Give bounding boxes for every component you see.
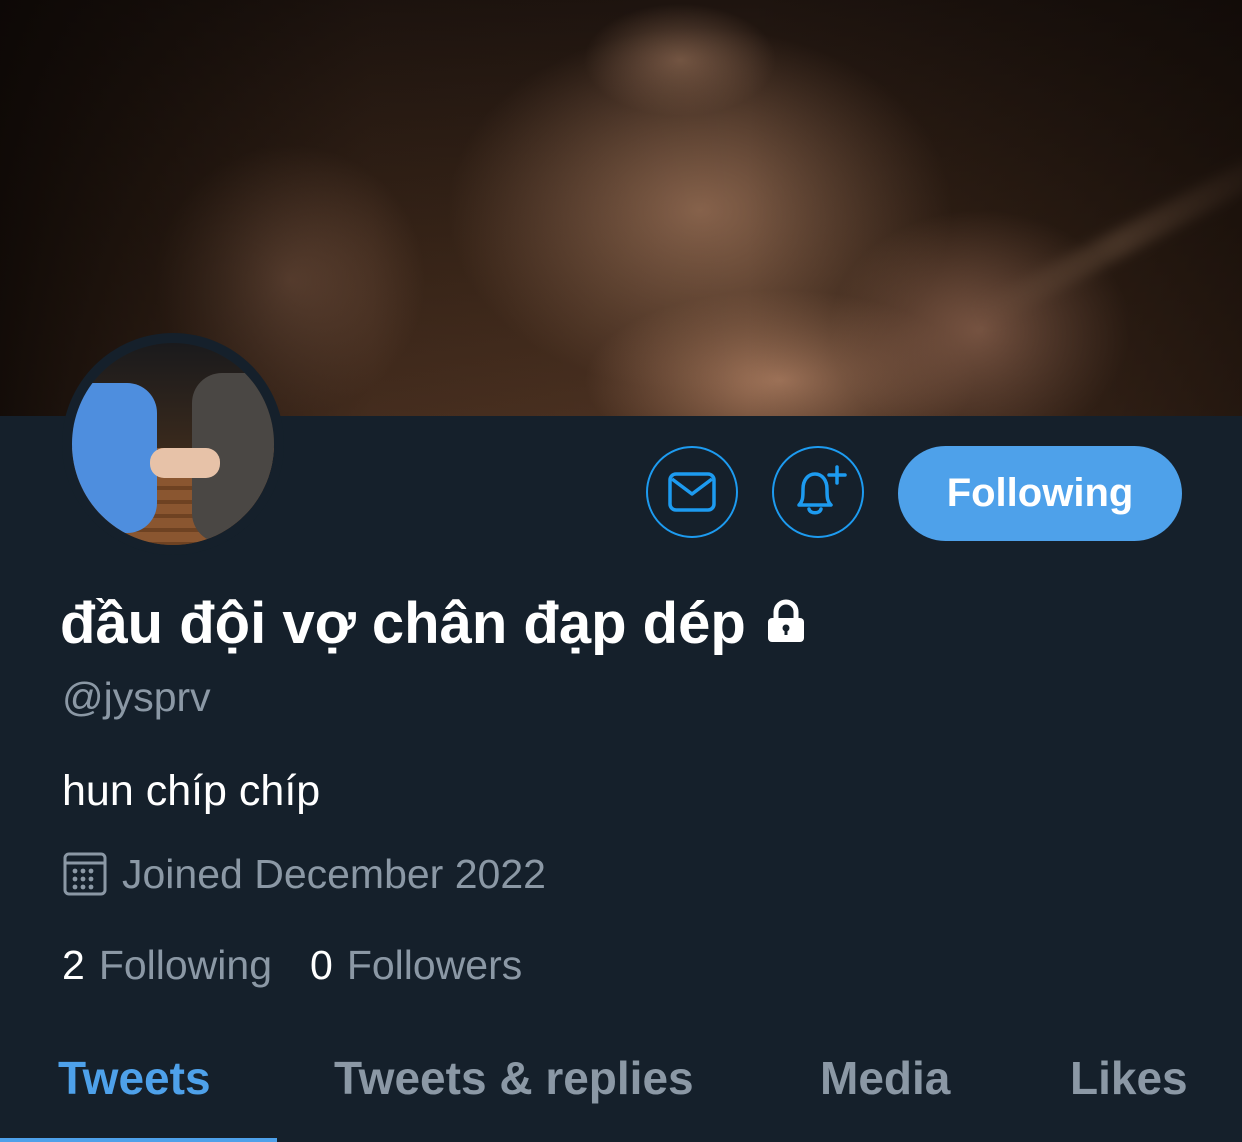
following-label: Following bbox=[98, 942, 273, 988]
tab-tweets[interactable]: Tweets bbox=[58, 1050, 211, 1106]
message-button[interactable] bbox=[646, 446, 738, 538]
notifications-button[interactable] bbox=[772, 446, 864, 538]
tab-tweets-and-replies[interactable]: Tweets & replies bbox=[334, 1050, 694, 1106]
mail-icon bbox=[668, 472, 716, 512]
avatar-hands bbox=[150, 448, 220, 478]
bio: hun chíp chíp bbox=[62, 767, 321, 815]
joined-text: Joined December 2022 bbox=[122, 851, 546, 897]
followers-count: 0 bbox=[310, 942, 333, 988]
following-button[interactable]: Following bbox=[898, 446, 1182, 541]
follow-stats: 2 Following 0 Followers bbox=[62, 940, 560, 990]
display-name-text: đầu đội vợ chân đạp dép bbox=[60, 591, 746, 656]
lock-icon bbox=[762, 590, 810, 664]
followers-stat[interactable]: 0 Followers bbox=[310, 940, 522, 990]
following-count: 2 bbox=[62, 942, 85, 988]
bell-plus-icon bbox=[797, 465, 847, 515]
tab-likes[interactable]: Likes bbox=[1070, 1050, 1188, 1106]
profile-tabs: Tweets Tweets & replies Media Likes bbox=[0, 1020, 1242, 1142]
avatar[interactable] bbox=[62, 333, 284, 555]
avatar-person-blue bbox=[72, 383, 157, 533]
tab-media[interactable]: Media bbox=[820, 1050, 950, 1106]
avatar-image bbox=[72, 343, 274, 545]
username-handle: @jysprv bbox=[62, 674, 211, 720]
following-stat[interactable]: 2 Following bbox=[62, 940, 272, 990]
joined-date: Joined December 2022 bbox=[62, 850, 546, 898]
display-name: đầu đội vợ chân đạp dép bbox=[60, 584, 810, 664]
calendar-icon bbox=[63, 852, 107, 896]
active-tab-indicator bbox=[0, 1138, 277, 1142]
followers-label: Followers bbox=[346, 942, 523, 988]
